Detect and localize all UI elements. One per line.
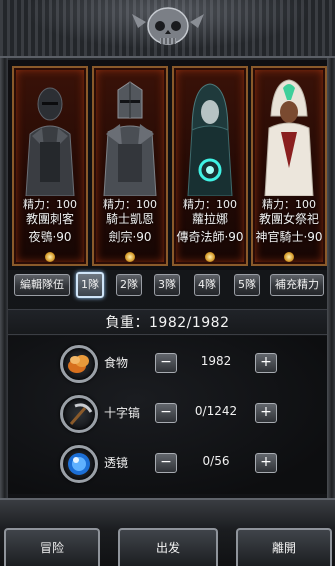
hero-name-level: 傳奇法師·90 bbox=[176, 230, 244, 244]
hero-title: 騎士凱恩 bbox=[105, 212, 154, 226]
leave-button[interactable]: 離開 bbox=[236, 528, 332, 566]
pickaxe-icon bbox=[60, 395, 98, 433]
weight-bar: 負重：1982/1982 bbox=[8, 309, 327, 335]
depart-button[interactable]: 出发 bbox=[118, 528, 218, 566]
weight-text: 負重：1982/1982 bbox=[105, 315, 230, 331]
hero-name-level: 神官騎士·90 bbox=[255, 230, 323, 244]
food-icon bbox=[60, 345, 98, 383]
decrease-pickaxe-button[interactable]: − bbox=[155, 403, 177, 423]
left-frame-border bbox=[0, 58, 8, 498]
skull-crest-icon bbox=[132, 7, 204, 45]
supply-value: 1982 bbox=[200, 354, 232, 368]
supply-value: 0/56 bbox=[202, 454, 230, 468]
hero-card-4[interactable]: 精力：100 教團女祭祀 神官騎士·90 bbox=[251, 66, 327, 266]
assassin-portrait-icon bbox=[25, 87, 75, 196]
gem-icon bbox=[125, 252, 135, 262]
mage-portrait-icon bbox=[187, 83, 233, 196]
decrease-food-button[interactable]: − bbox=[155, 353, 177, 373]
supplies-panel: 食物 − 1982 + 十字镐 − 0/1242 + 透镜 − 0/56 + bbox=[8, 336, 327, 494]
gem-icon bbox=[284, 252, 294, 262]
supply-row-lens: 透镜 − 0/56 + bbox=[8, 440, 327, 488]
hero-title: 教團女祭祀 bbox=[258, 212, 319, 226]
supply-value: 0/1242 bbox=[194, 404, 238, 418]
right-frame-border bbox=[327, 58, 335, 498]
increase-pickaxe-button[interactable]: + bbox=[255, 403, 277, 423]
gem-icon bbox=[45, 252, 55, 262]
adventure-button[interactable]: 冒险 bbox=[4, 528, 100, 566]
hero-card-2[interactable]: 精力：100 騎士凱恩 劍宗·90 bbox=[92, 66, 168, 266]
hero-name-level: 劍宗·90 bbox=[108, 230, 152, 244]
edit-team-button[interactable]: 編輯隊伍 bbox=[14, 274, 70, 296]
knight-portrait-icon bbox=[103, 81, 157, 196]
supply-name: 透镜 bbox=[104, 456, 129, 470]
decrease-lens-button[interactable]: − bbox=[155, 453, 177, 473]
increase-food-button[interactable]: + bbox=[255, 353, 277, 373]
refill-stamina-button[interactable]: 補充精力 bbox=[270, 274, 324, 296]
gem-icon bbox=[205, 252, 215, 262]
lens-icon bbox=[60, 445, 98, 483]
hero-card-1[interactable]: 精力：100 教團刺客 夜鴞·90 bbox=[12, 66, 88, 266]
tab-team-3[interactable]: 3隊 bbox=[154, 274, 180, 296]
supply-name: 十字镐 bbox=[104, 406, 141, 420]
priestess-portrait-icon bbox=[264, 79, 314, 196]
supply-row-pickaxe: 十字镐 − 0/1242 + bbox=[8, 390, 327, 438]
tab-team-1[interactable]: 1隊 bbox=[76, 272, 104, 298]
hero-title: 教團刺客 bbox=[25, 212, 74, 226]
team-selector: 編輯隊伍 1隊 2隊 3隊 4隊 5隊 補充精力 bbox=[8, 272, 327, 302]
supply-name: 食物 bbox=[104, 356, 129, 370]
supply-row-food: 食物 − 1982 + bbox=[8, 340, 327, 388]
increase-lens-button[interactable]: + bbox=[255, 453, 277, 473]
hero-card-3[interactable]: 精力：100 蘿拉娜 傳奇法師·90 bbox=[172, 66, 248, 266]
tab-team-4[interactable]: 4隊 bbox=[194, 274, 220, 296]
hero-name-level: 夜鴞·90 bbox=[28, 230, 72, 244]
tab-team-5[interactable]: 5隊 bbox=[234, 274, 260, 296]
tab-team-2[interactable]: 2隊 bbox=[116, 274, 142, 296]
hero-title: 蘿拉娜 bbox=[191, 212, 228, 226]
hero-panel: 精力：100 教團刺客 夜鴞·90 精力：100 騎士凱恩 劍宗·90 精力：1… bbox=[8, 60, 327, 270]
